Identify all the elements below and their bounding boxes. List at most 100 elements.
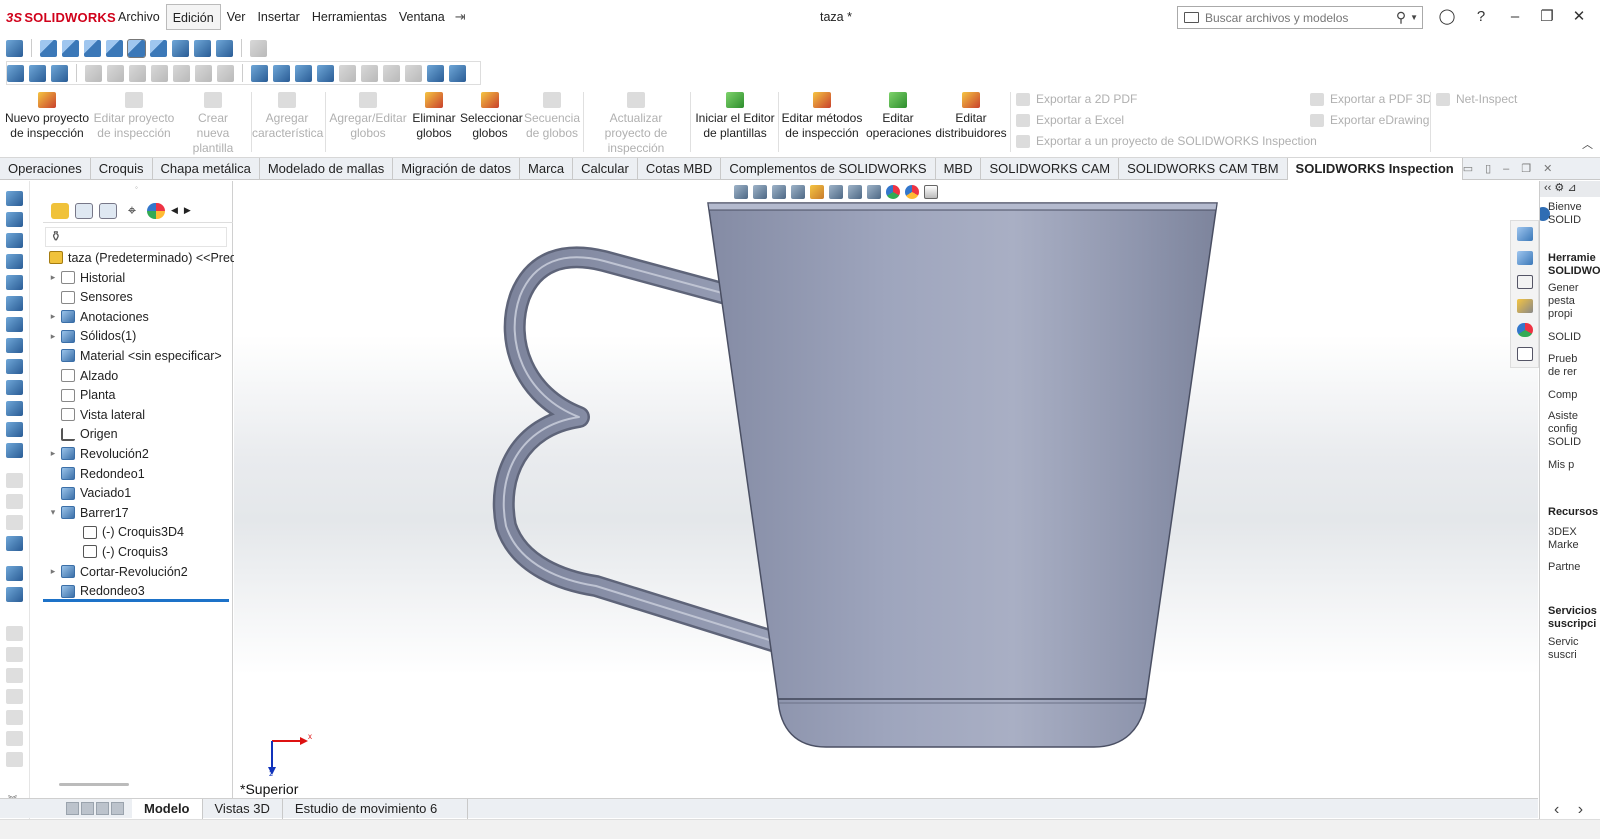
property-manager-tab-icon[interactable]: [75, 202, 93, 219]
tree-item[interactable]: Redondeo1: [47, 464, 145, 483]
select-balloons-button[interactable]: Seleccionar globos: [460, 92, 523, 141]
minimize-button[interactable]: –: [1504, 7, 1526, 27]
tree-filter-input[interactable]: ⚱: [45, 227, 227, 247]
view-right-icon[interactable]: [106, 39, 123, 57]
design-library-icon[interactable]: [1517, 251, 1533, 265]
tool-item-6[interactable]: Mis p: [1548, 459, 1574, 472]
update-inspection-project-button[interactable]: Actualizar proyecto de inspección: [586, 92, 686, 156]
collapse-ribbon-icon[interactable]: ︿: [1582, 136, 1593, 152]
isometric-icon[interactable]: [172, 39, 189, 57]
tab-complementos[interactable]: Complementos de SOLIDWORKS: [721, 158, 936, 180]
add-edit-balloons-button[interactable]: Agregar/Editar globos: [328, 92, 408, 141]
chevron-down-icon[interactable]: ▼: [1410, 13, 1418, 22]
search-box[interactable]: Buscar archivos y modelos ⚲ ▼: [1177, 6, 1423, 29]
tree-item[interactable]: ▸ Cortar-Revolución2: [47, 562, 188, 581]
panel-drag-handle[interactable]: ◦: [135, 183, 138, 192]
tree-item[interactable]: (-) Croquis3: [81, 542, 168, 561]
extrude-icon[interactable]: [7, 64, 24, 82]
net-inspect-button[interactable]: Net-Inspect: [1436, 92, 1517, 106]
doc-minimize-icon[interactable]: –: [1503, 163, 1509, 175]
expand-arrow-icon[interactable]: ▸: [47, 272, 59, 283]
tab-marca[interactable]: Marca: [520, 158, 574, 180]
tree-item[interactable]: ▸ Historial: [47, 268, 125, 287]
tree-item[interactable]: (-) Croquis3D4: [81, 523, 184, 542]
graphics-area[interactable]: x z *Superior: [234, 181, 1538, 798]
tree-item[interactable]: Origen: [47, 425, 118, 444]
resource-item-2[interactable]: Partne: [1548, 561, 1580, 574]
balloon-sequence-button[interactable]: Secuencia de globos: [522, 92, 582, 141]
tree-item[interactable]: Alzado: [47, 366, 118, 385]
tab-solidworks-cam[interactable]: SOLIDWORKS CAM: [981, 158, 1120, 180]
tool-item-4[interactable]: Comp: [1548, 389, 1577, 402]
hole-wizard-icon[interactable]: [6, 317, 23, 332]
section-view-icon[interactable]: [317, 64, 334, 82]
tool-item-5[interactable]: Asiste config SOLID: [1548, 410, 1588, 449]
tab-migracion-datos[interactable]: Migración de datos: [393, 158, 521, 180]
split-icon[interactable]: [427, 64, 444, 82]
previous-tab-icon[interactable]: [81, 802, 94, 815]
resource-item-1[interactable]: 3DEX Marke: [1548, 526, 1588, 552]
instant3d-icon[interactable]: [295, 64, 312, 82]
curves-icon[interactable]: [273, 64, 290, 82]
close-button[interactable]: ✕: [1568, 7, 1590, 27]
tab-solidworks-cam-tbm[interactable]: SOLIDWORKS CAM TBM: [1119, 158, 1288, 180]
revolve-icon[interactable]: [6, 212, 23, 227]
pin-menu-icon[interactable]: ⇥: [455, 9, 466, 25]
tree-item[interactable]: Material <sin especificar>: [47, 346, 222, 365]
tab-cotas-mbd[interactable]: Cotas MBD: [638, 158, 722, 180]
pin-icon[interactable]: ⊿: [1567, 182, 1576, 194]
cut-loft-icon[interactable]: [6, 380, 23, 395]
view-left-icon[interactable]: [84, 39, 101, 57]
edit-inspection-project-button[interactable]: Editar proyecto de inspección: [92, 92, 176, 141]
sweep-icon[interactable]: [6, 233, 23, 248]
template-editor-button[interactable]: Iniciar el Editor de plantillas: [694, 92, 776, 141]
tree-item[interactable]: ▸ Revolución2: [47, 444, 149, 463]
boundary-icon[interactable]: [6, 275, 23, 290]
mug-model[interactable]: [234, 181, 1538, 798]
dimetric-icon[interactable]: [216, 39, 233, 57]
appearances-icon[interactable]: [1517, 323, 1533, 337]
reference-geometry-icon[interactable]: [251, 64, 268, 82]
tree-item[interactable]: ▸ Anotaciones: [47, 307, 149, 326]
chevron-right-icon[interactable]: ›: [1578, 801, 1583, 818]
last-tab-icon[interactable]: [111, 802, 124, 815]
create-template-button[interactable]: Crear nueva plantilla: [180, 92, 246, 156]
tab-modelado-mallas[interactable]: Modelado de mallas: [260, 158, 394, 180]
tool-item-2[interactable]: SOLID: [1548, 331, 1581, 344]
export-excel-button[interactable]: Exportar a Excel: [1016, 113, 1124, 127]
edit-inspection-methods-button[interactable]: Editar métodos de inspección: [780, 92, 864, 141]
service-item-1[interactable]: Servic suscri: [1548, 636, 1588, 662]
instant3d-icon[interactable]: [6, 587, 23, 602]
add-characteristic-button[interactable]: Agregar característica: [252, 92, 323, 141]
curves-icon[interactable]: [6, 566, 23, 581]
tab-vistas-3d[interactable]: Vistas 3D: [203, 798, 283, 819]
back-icon[interactable]: ‹‹: [1544, 182, 1551, 194]
tab-modelo[interactable]: Modelo: [132, 798, 203, 819]
next-tab-icon[interactable]: [96, 802, 109, 815]
tree-item[interactable]: Planta: [47, 386, 115, 405]
rollback-bar[interactable]: [43, 599, 229, 602]
cut-icon[interactable]: [51, 64, 68, 82]
chevron-left-icon[interactable]: ‹: [1554, 801, 1559, 818]
search-input[interactable]: Buscar archivos y modelos: [1199, 11, 1396, 25]
view-front-icon[interactable]: [40, 39, 57, 57]
new-inspection-project-button[interactable]: Nuevo proyecto de inspección: [4, 92, 90, 141]
tab-operaciones[interactable]: Operaciones: [0, 158, 91, 180]
tree-item[interactable]: Sensores: [47, 288, 133, 307]
tree-item[interactable]: Vista lateral: [47, 405, 145, 424]
restore-button[interactable]: ❐: [1536, 7, 1558, 27]
tab-calcular[interactable]: Calcular: [573, 158, 638, 180]
menu-edicion[interactable]: Edición: [165, 4, 221, 30]
tree-item[interactable]: ▾ Barrer17: [47, 503, 129, 522]
tile-vertical-icon[interactable]: ▯: [1485, 162, 1491, 175]
tree-item[interactable]: ▸ Sólidos(1): [47, 327, 137, 346]
export-3d-pdf-button[interactable]: Exportar a PDF 3D: [1310, 92, 1431, 106]
file-explorer-icon[interactable]: [1517, 275, 1533, 289]
help-icon[interactable]: ?: [1470, 7, 1492, 27]
home-icon[interactable]: [1517, 227, 1533, 241]
tab-mbd[interactable]: MBD: [936, 158, 982, 180]
expand-arrow-icon[interactable]: ▸: [47, 331, 59, 342]
doc-restore-icon[interactable]: ❐: [1521, 162, 1531, 175]
combine-icon[interactable]: [449, 64, 466, 82]
expand-arrow-icon[interactable]: ▸: [47, 448, 59, 459]
